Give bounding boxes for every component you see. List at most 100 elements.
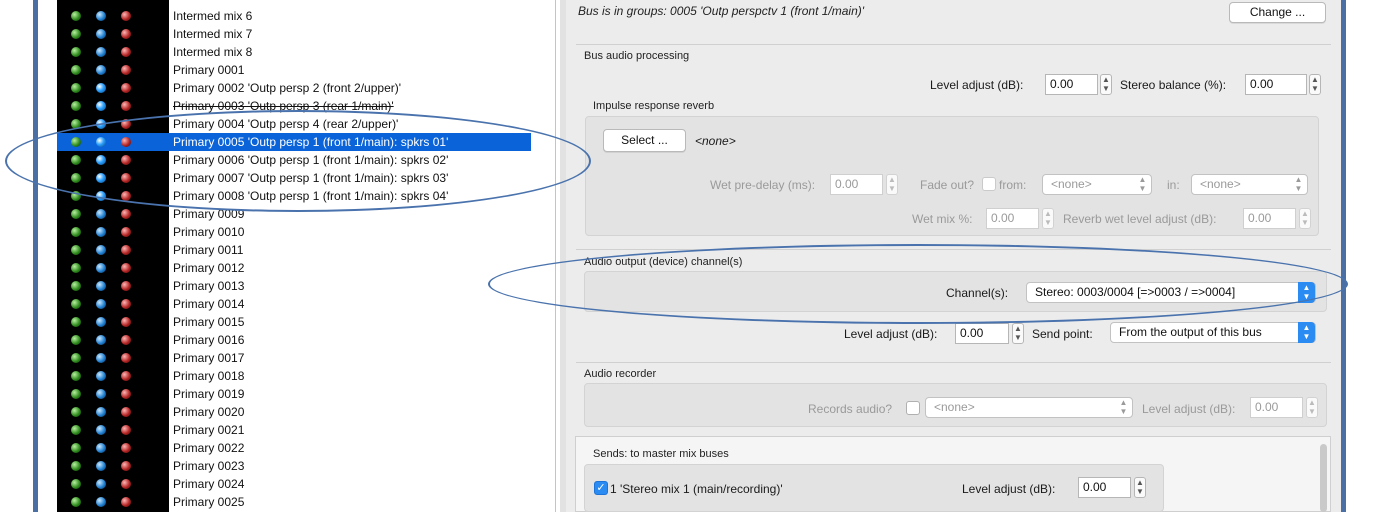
level-adjust-label: Level adjust (dB): [930, 78, 1024, 92]
channels-select[interactable]: Stereo: 0003/0004 [=>0003 / =>0004] ▲ ▼ [1026, 282, 1316, 303]
red-led-icon [121, 479, 131, 489]
send-1-label: 1 'Stereo mix 1 (main/recording)' [610, 482, 783, 496]
blue-led-icon [96, 335, 106, 345]
reverb-wet-level-stepper[interactable]: ▲ ▼ [1299, 208, 1311, 229]
red-led-icon [121, 101, 131, 111]
bus-list-item[interactable]: Primary 0022 [57, 439, 531, 457]
records-audio-checkbox[interactable] [906, 401, 920, 415]
bus-list-item[interactable]: Primary 0011 [57, 241, 531, 259]
bus-list-item[interactable]: Primary 0004 'Outp persp 4 (rear 2/upper… [57, 115, 531, 133]
bus-list-item[interactable]: Primary 0014 [57, 295, 531, 313]
bus-list-item[interactable]: Primary 0007 'Outp persp 1 (front 1/main… [57, 169, 531, 187]
bus-list-item[interactable]: Intermed mix 8 [57, 43, 531, 61]
send-1-level-field[interactable]: 0.00 [1078, 477, 1131, 498]
red-led-icon [121, 155, 131, 165]
send-point-select[interactable]: From the output of this bus ▲ ▼ [1110, 322, 1316, 343]
bus-list-item[interactable]: Primary 0024 [57, 475, 531, 493]
wet-predelay-field[interactable]: 0.00 [830, 174, 883, 195]
bus-indicator-leds [57, 61, 169, 79]
bus-label: Primary 0016 [173, 333, 245, 347]
green-led-icon [71, 371, 81, 381]
wet-predelay-stepper[interactable]: ▲ ▼ [886, 174, 898, 195]
bus-list-item[interactable]: Primary 0008 'Outp persp 1 (front 1/main… [57, 187, 531, 205]
green-led-icon [71, 245, 81, 255]
fade-in-value: <none> [1200, 177, 1241, 191]
fade-out-checkbox[interactable] [982, 177, 996, 191]
bus-list-item[interactable]: Primary 0013 [57, 277, 531, 295]
bus-indicator-leds [57, 259, 169, 277]
red-led-icon [121, 461, 131, 471]
change-groups-button[interactable]: Change ... [1229, 2, 1326, 23]
bus-list-item[interactable]: Primary 0003 'Outp persp 3 (rear 1/main)… [57, 97, 531, 115]
send-1-level-label: Level adjust (dB): [962, 482, 1056, 496]
blue-led-icon [96, 389, 106, 399]
bus-list-item[interactable]: Intermed mix 6 [57, 7, 531, 25]
bus-indicator-leds [57, 385, 169, 403]
blue-led-icon [96, 209, 106, 219]
bus-list-item[interactable]: Primary 0009 [57, 205, 531, 223]
blue-led-icon [96, 173, 106, 183]
bus-list-item[interactable]: Primary 0006 'Outp persp 1 (front 1/main… [57, 151, 531, 169]
pane-divider[interactable] [555, 0, 556, 512]
bus-list-item[interactable]: Primary 0025 [57, 493, 531, 511]
sends-title: Sends: to master mix buses [593, 448, 729, 460]
bus-list-item[interactable]: Primary 0002 'Outp persp 2 (front 2/uppe… [57, 79, 531, 97]
bus-list-item[interactable]: Primary 0020 [57, 403, 531, 421]
green-led-icon [71, 11, 81, 21]
stereo-balance-field[interactable]: 0.00 [1245, 74, 1307, 95]
fade-in-select[interactable]: <none> ▲ ▼ [1191, 174, 1308, 195]
wet-mix-stepper[interactable]: ▲ ▼ [1042, 208, 1054, 229]
level-adjust-stepper[interactable]: ▲ ▼ [1100, 74, 1112, 95]
wet-predelay-label: Wet pre-delay (ms): [710, 178, 816, 192]
output-level-stepper[interactable]: ▲ ▼ [1012, 323, 1024, 344]
output-level-field[interactable]: 0.00 [955, 323, 1009, 344]
sends-scrollbar[interactable] [1320, 444, 1327, 512]
blue-led-icon [96, 29, 106, 39]
bus-indicator-leds [57, 133, 169, 151]
bus-list-item[interactable]: Primary 0023 [57, 457, 531, 475]
bus-list-item[interactable]: Primary 0001 [57, 61, 531, 79]
from-label: from: [999, 178, 1027, 192]
bus-indicator-leds [57, 97, 169, 115]
blue-led-icon [96, 353, 106, 363]
green-led-icon [71, 65, 81, 75]
bus-indicator-leds [57, 331, 169, 349]
send-1-level-stepper[interactable]: ▲ ▼ [1134, 477, 1146, 498]
send-1-checkbox[interactable]: ✓ [594, 481, 608, 495]
select-reverb-button[interactable]: Select ... [603, 129, 686, 152]
bus-list-item[interactable]: Primary 0016 [57, 331, 531, 349]
bus-indicator-leds [57, 439, 169, 457]
green-led-icon [71, 479, 81, 489]
red-led-icon [121, 335, 131, 345]
bus-indicator-leds [57, 403, 169, 421]
fade-from-select[interactable]: <none> ▲ ▼ [1042, 174, 1152, 195]
bus-indicator-leds [57, 7, 169, 25]
blue-led-icon [96, 119, 106, 129]
bus-list-item[interactable]: Primary 0010 [57, 223, 531, 241]
bus-list-item[interactable]: Primary 0012 [57, 259, 531, 277]
stereo-balance-stepper[interactable]: ▲ ▼ [1309, 74, 1321, 95]
recorder-select[interactable]: <none> ▲ ▼ [925, 397, 1133, 418]
red-led-icon [121, 29, 131, 39]
bus-label: Primary 0014 [173, 297, 245, 311]
bus-list-item[interactable]: Intermed mix 7 [57, 25, 531, 43]
bus-list-item[interactable]: Primary 0005 'Outp persp 1 (front 1/main… [57, 133, 531, 151]
recorder-level-stepper[interactable]: ▲ ▼ [1306, 397, 1318, 418]
bus-list-item[interactable]: Primary 0021 [57, 421, 531, 439]
bus-label: Primary 0015 [173, 315, 245, 329]
chevron-updown-icon: ▲ ▼ [1119, 398, 1128, 416]
bus-list-item[interactable]: Primary 0018 [57, 367, 531, 385]
blue-led-icon [96, 263, 106, 273]
blue-led-icon [96, 281, 106, 291]
bus-list-item[interactable]: Primary 0015 [57, 313, 531, 331]
bus-list-item[interactable]: Primary 0017 [57, 349, 531, 367]
reverb-wet-level-field[interactable]: 0.00 [1243, 208, 1296, 229]
level-adjust-field[interactable]: 0.00 [1045, 74, 1098, 95]
bus-label: Primary 0018 [173, 369, 245, 383]
bus-list-item[interactable]: Primary 0019 [57, 385, 531, 403]
bus-label: Primary 0005 'Outp persp 1 (front 1/main… [173, 135, 449, 149]
red-led-icon [121, 281, 131, 291]
recorder-level-field[interactable]: 0.00 [1250, 397, 1303, 418]
wet-mix-field[interactable]: 0.00 [986, 208, 1039, 229]
reverb-wet-level-label: Reverb wet level adjust (dB): [1063, 212, 1217, 226]
